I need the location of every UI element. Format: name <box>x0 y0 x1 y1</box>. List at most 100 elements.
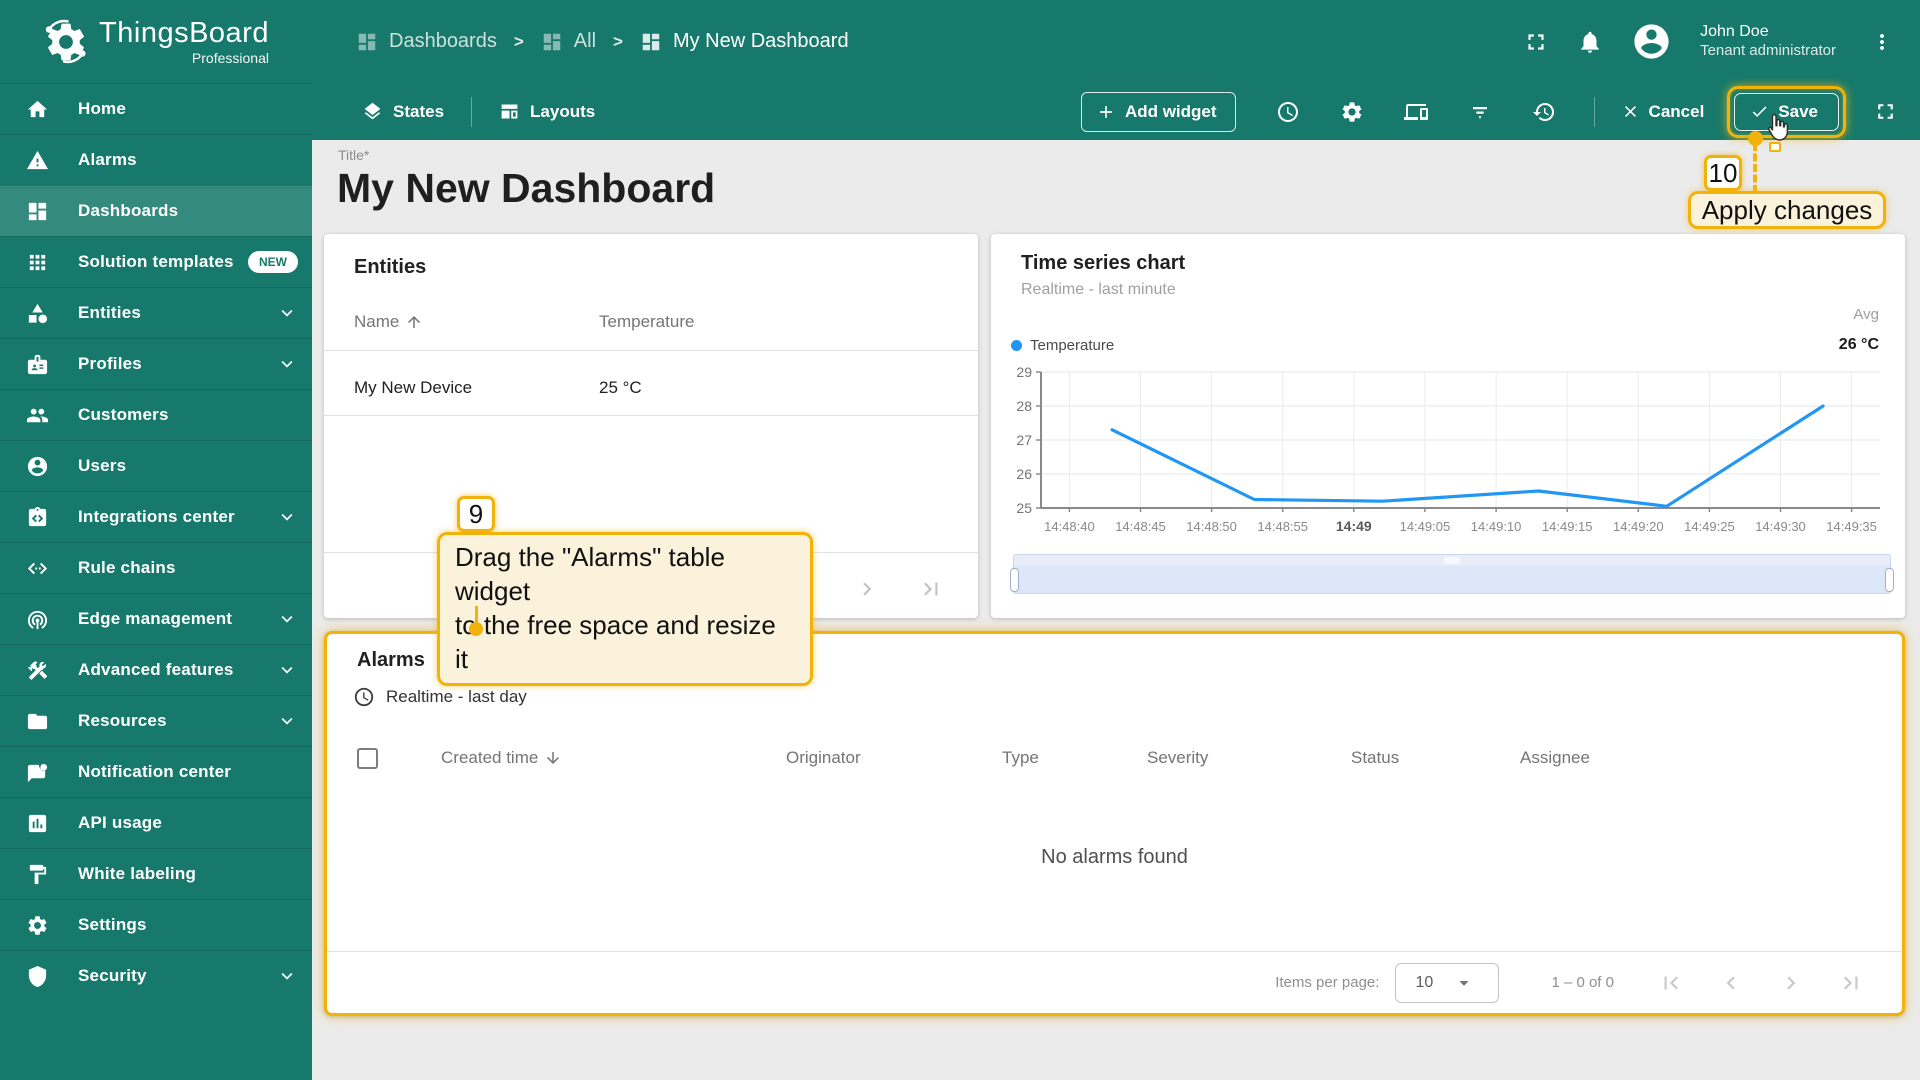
resources-icon <box>26 710 49 733</box>
fullscreen-icon[interactable] <box>1523 29 1549 55</box>
notifications-bell-icon[interactable] <box>1577 29 1603 55</box>
avatar[interactable] <box>1631 21 1672 62</box>
sidebar-item-settings[interactable]: Settings <box>0 899 312 950</box>
users-icon <box>26 455 49 478</box>
first-page-icon[interactable] <box>1658 970 1684 996</box>
brand-name: ThingsBoard <box>99 19 269 48</box>
sidebar-item-white-labeling[interactable]: White labeling <box>0 848 312 899</box>
layouts-button[interactable]: Layouts <box>499 101 595 122</box>
alarms-icon <box>26 149 49 172</box>
add-widget-button[interactable]: Add widget <box>1081 92 1236 132</box>
sidebar-item-security[interactable]: Security <box>0 950 312 1001</box>
sidebar-item-alarms[interactable]: Alarms <box>0 134 312 185</box>
sidebar-item-entities[interactable]: Entities <box>0 287 312 338</box>
alarms-timewindow-button[interactable]: Realtime - last day <box>353 686 527 708</box>
alarms-pagination: Items per page: 10 1 – 0 of 0 <box>327 951 1902 1013</box>
tutorial-step-10-callout: Apply changes <box>1688 191 1886 229</box>
breadcrumb: Dashboards>All>My New Dashboard <box>356 30 849 53</box>
chevron-down-icon[interactable] <box>276 659 298 681</box>
select-all-checkbox[interactable] <box>357 748 378 769</box>
dashboards-icon <box>26 200 49 223</box>
cancel-button[interactable]: Cancel <box>1621 102 1705 122</box>
legend-series-name[interactable]: Temperature <box>1030 337 1114 354</box>
sidebar-item-rule-chains[interactable]: Rule chains <box>0 542 312 593</box>
chevron-down-icon[interactable] <box>276 710 298 732</box>
aggregation-label: Avg <box>1853 306 1879 323</box>
sidebar-item-integrations-center[interactable]: Integrations center <box>0 491 312 542</box>
user-menu[interactable]: John Doe Tenant administrator <box>1700 22 1836 61</box>
sidebar-item-edge-management[interactable]: Edge management <box>0 593 312 644</box>
dashboard-settings-icon[interactable] <box>1340 100 1364 124</box>
chevron-down-icon[interactable] <box>276 353 298 375</box>
legend-dot <box>1011 340 1022 351</box>
sidebar-item-profiles[interactable]: Profiles <box>0 338 312 389</box>
breadcrumb-item-my-new-dashboard[interactable]: My New Dashboard <box>640 30 849 53</box>
divider <box>324 350 978 351</box>
table-row[interactable]: My New Device25 °C <box>354 362 954 414</box>
notification-center-icon <box>26 761 49 784</box>
divider <box>324 415 978 416</box>
column-header-created-time[interactable]: Created time <box>441 748 786 768</box>
breadcrumb-item-dashboards[interactable]: Dashboards <box>356 30 497 53</box>
svg-text:14:48:50: 14:48:50 <box>1186 519 1237 534</box>
column-header-assignee[interactable]: Assignee <box>1520 748 1892 768</box>
sidebar-item-users[interactable]: Users <box>0 440 312 491</box>
next-page-icon[interactable] <box>1778 970 1804 996</box>
chevron-down-icon[interactable] <box>276 608 298 630</box>
brand-logo[interactable]: ThingsBoard Professional <box>0 0 312 83</box>
security-icon <box>26 965 49 988</box>
column-header-status[interactable]: Status <box>1351 748 1520 768</box>
entity-aliases-icon[interactable] <box>1468 100 1492 124</box>
sidebar-item-solution-templates[interactable]: Solution templatesNEW <box>0 236 312 287</box>
manage-layouts-icon[interactable] <box>1404 100 1428 124</box>
timeseries-widget-title: Time series chart <box>1021 252 1185 275</box>
range-grip[interactable] <box>1444 557 1460 564</box>
brand-edition: Professional <box>192 51 269 65</box>
chevron-down-icon[interactable] <box>276 506 298 528</box>
sidebar-item-api-usage[interactable]: API usage <box>0 797 312 848</box>
previous-page-icon[interactable] <box>1718 970 1744 996</box>
chevron-down-icon[interactable] <box>276 302 298 324</box>
sidebar-item-advanced-features[interactable]: Advanced features <box>0 644 312 695</box>
sidebar-item-dashboards[interactable]: Dashboards <box>0 185 312 236</box>
settings-icon <box>26 914 49 937</box>
timeseries-timewindow: Realtime - last minute <box>1021 281 1185 299</box>
more-options-icon[interactable] <box>1870 30 1894 54</box>
last-page-icon[interactable] <box>918 576 944 602</box>
range-handle-left[interactable] <box>1010 568 1019 592</box>
states-button[interactable]: States <box>362 101 444 122</box>
expand-dashboard-icon[interactable] <box>1873 99 1898 124</box>
column-header-originator[interactable]: Originator <box>786 748 1002 768</box>
svg-text:14:49:15: 14:49:15 <box>1542 519 1593 534</box>
svg-text:29: 29 <box>1016 364 1032 380</box>
chevron-down-icon[interactable] <box>276 965 298 987</box>
range-handle-right[interactable] <box>1885 568 1894 592</box>
column-header-temperature[interactable]: Temperature <box>599 312 694 332</box>
api-usage-icon <box>26 812 49 835</box>
items-per-page-select[interactable]: 10 <box>1395 963 1499 1003</box>
version-control-icon[interactable] <box>1532 100 1556 124</box>
chart-range-selector[interactable] <box>1013 554 1891 594</box>
user-role: Tenant administrator <box>1700 42 1836 61</box>
thingsboard-logo-icon <box>43 19 89 65</box>
sidebar-item-customers[interactable]: Customers <box>0 389 312 440</box>
next-page-icon[interactable] <box>854 576 880 602</box>
alarms-widget-title: Alarms <box>357 649 425 672</box>
page-title[interactable]: My New Dashboard <box>337 165 715 212</box>
sidebar-item-home[interactable]: Home <box>0 83 312 134</box>
svg-text:14:48:55: 14:48:55 <box>1257 519 1308 534</box>
column-header-severity[interactable]: Severity <box>1147 748 1351 768</box>
breadcrumb-item-all[interactable]: All <box>541 30 596 53</box>
sidebar-nav: HomeAlarmsDashboardsSolution templatesNE… <box>0 83 312 1001</box>
solution-templates-icon <box>26 251 49 274</box>
column-header-type[interactable]: Type <box>1002 748 1147 768</box>
last-page-icon[interactable] <box>1838 970 1864 996</box>
time-window-icon[interactable] <box>1276 100 1300 124</box>
line-chart[interactable]: 252627282914:48:4014:48:4514:48:5014:48:… <box>1005 364 1891 540</box>
column-header-name[interactable]: Name <box>354 312 599 332</box>
legend-series-value: 26 °C <box>1839 336 1879 354</box>
close-icon <box>1621 102 1640 121</box>
sidebar-item-notification-center[interactable]: Notification center <box>0 746 312 797</box>
sidebar-item-resources[interactable]: Resources <box>0 695 312 746</box>
empty-state-text: No alarms found <box>327 846 1902 869</box>
